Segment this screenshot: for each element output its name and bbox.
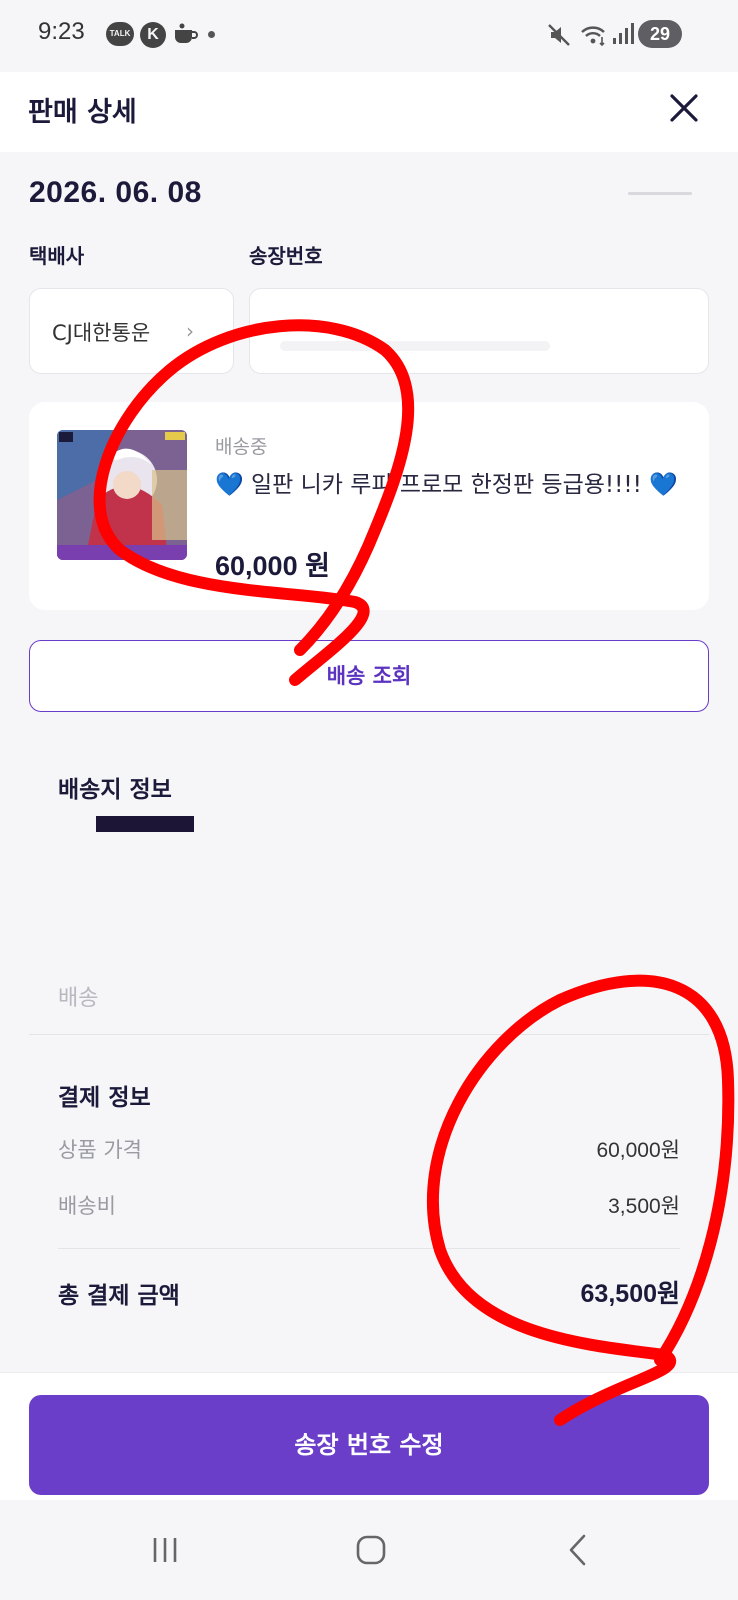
divider (58, 1248, 680, 1249)
order-number-redacted (562, 178, 692, 208)
divider (29, 1034, 709, 1035)
system-navigation-bar (0, 1500, 738, 1600)
shipping-memo-label: 배송 (58, 986, 99, 1011)
total-payment-value: 63,500원 (580, 1280, 680, 1308)
wifi-icon (581, 26, 605, 47)
courier-select[interactable]: CJ대한통운 › (29, 288, 234, 374)
shipping-info-title: 배송지 정보 (58, 777, 172, 803)
order-date: 2026. 06. 08 (29, 176, 202, 209)
status-bar: 9:23 TALK K 29 (0, 0, 738, 72)
more-notifications-dot-icon (208, 31, 215, 38)
tracking-number-input[interactable] (249, 288, 709, 374)
product-card[interactable]: 배송중 💙 일판 니카 루피 프로모 한정판 등급용!!!! 💙 60,000 … (29, 402, 709, 610)
recipient-name-redacted (96, 816, 194, 832)
courier-value: CJ대한통운 (52, 321, 151, 345)
header: 판매 상세 (0, 72, 738, 152)
item-price-value: 60,000원 (596, 1139, 680, 1162)
back-icon[interactable] (555, 1526, 603, 1574)
home-icon[interactable] (347, 1526, 395, 1574)
close-icon[interactable] (662, 86, 706, 130)
edit-tracking-number-button[interactable]: 송장 번호 수정 (29, 1395, 709, 1495)
product-thumbnail (57, 430, 187, 560)
delivery-status: 배송중 (215, 436, 268, 458)
courier-label: 택배사 (29, 244, 85, 268)
total-payment-label: 총 결제 금액 (58, 1283, 180, 1309)
mute-icon (548, 24, 570, 46)
product-price: 60,000 원 (215, 551, 330, 581)
kakaotalk-icon: TALK (106, 22, 134, 46)
track-shipment-button[interactable]: 배송 조회 (29, 640, 709, 712)
bottom-action-bar: 송장 번호 수정 (0, 1372, 738, 1500)
tracking-number-redacted (280, 341, 550, 351)
cup-icon (175, 23, 198, 43)
item-price-label: 상품 가격 (58, 1138, 142, 1162)
shipping-fee-value: 3,500원 (608, 1195, 680, 1218)
payment-info-title: 결제 정보 (58, 1085, 151, 1111)
signal-icon (613, 23, 634, 44)
chevron-down-icon: › (186, 319, 194, 343)
product-name: 💙 일판 니카 루피 프로모 한정판 등급용!!!! 💙 (215, 472, 678, 498)
status-time: 9:23 (38, 18, 85, 45)
shipping-fee-label: 배송비 (58, 1194, 116, 1218)
battery-indicator: 29 (638, 20, 682, 48)
k-app-icon: K (140, 22, 166, 48)
recent-apps-icon[interactable] (141, 1526, 189, 1574)
red-circle-total (426, 974, 735, 1426)
page-title: 판매 상세 (28, 97, 137, 128)
tracking-number-label: 송장번호 (249, 244, 323, 268)
